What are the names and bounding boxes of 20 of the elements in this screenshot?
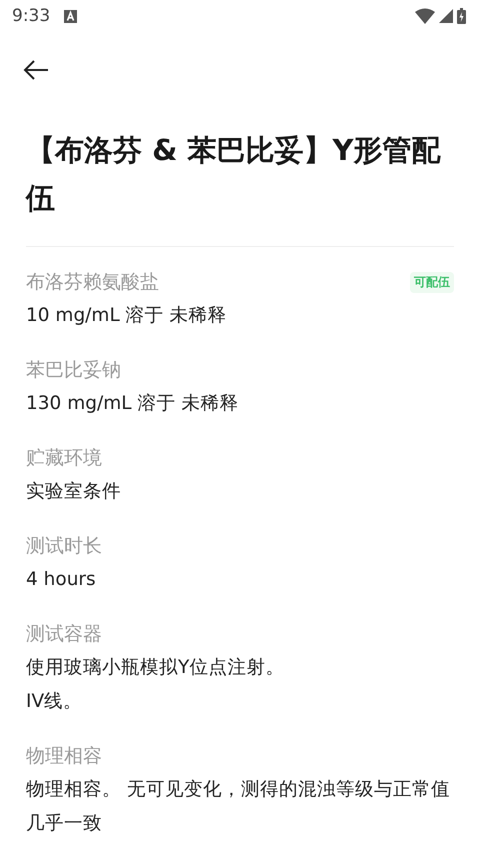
field-label: 测试时长 <box>26 534 102 559</box>
field-label: 物理相容 <box>26 744 102 769</box>
wifi-icon <box>415 8 435 24</box>
signal-icon <box>439 9 453 23</box>
field-value: 实验室条件 <box>26 480 122 504</box>
field-value: 130 mg/mL 溶于 未稀释 <box>26 392 240 416</box>
field-label: 苯巴比妥钠 <box>26 358 121 383</box>
field-label: 测试容器 <box>26 622 102 647</box>
field-value: 10 mg/mL 溶于 未稀释 <box>26 304 228 328</box>
field-label: 布洛芬赖氨酸盐 <box>26 270 159 295</box>
status-time: 9:33 <box>12 6 50 26</box>
notification-icon <box>64 10 78 22</box>
battery-icon <box>457 8 466 24</box>
page-title: 【布洛芬 & 苯巴比妥】Y形管配伍 <box>26 132 442 217</box>
field-label: 贮藏环境 <box>26 446 102 471</box>
field-value: 4 hours <box>26 568 97 592</box>
field-value: 使用玻璃小瓶模拟Y位点注射。 IV线。 <box>26 656 286 714</box>
field-value: 物理相容。 无可见变化，测得的混浊等级与正常值几乎一致 <box>26 778 451 836</box>
back-arrow-icon <box>23 60 49 80</box>
status-badge: 可配伍 <box>410 272 454 292</box>
